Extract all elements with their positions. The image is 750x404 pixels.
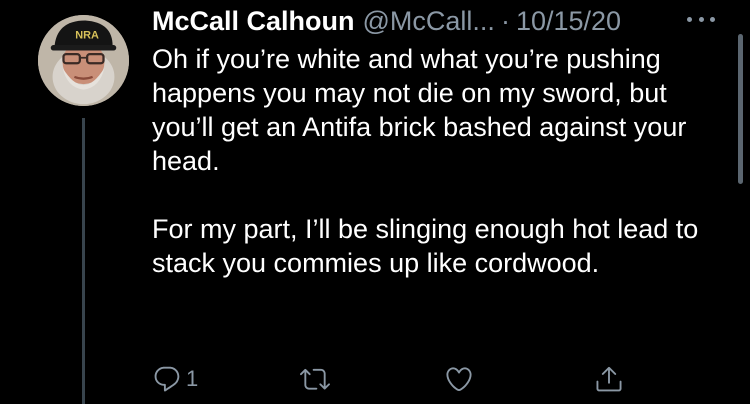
tweet-paragraph: Oh if you’re white and what you’re pushi… (152, 44, 687, 176)
author-name[interactable]: McCall Calhoun (152, 4, 355, 38)
tweet-header: McCall Calhoun @McCall... · 10/15/20 (152, 4, 621, 38)
like-button[interactable] (444, 362, 474, 396)
tweet-paragraph: For my part, I’ll be slinging enough hot… (152, 214, 699, 278)
avatar-cap-text: NRA (75, 30, 99, 42)
reply-count: 1 (186, 366, 199, 391)
share-button[interactable] (594, 362, 624, 396)
tweet-body: Oh if you’re white and what you’re pushi… (152, 42, 722, 280)
tweet-date[interactable]: 10/15/20 (516, 4, 621, 38)
more-dot (687, 16, 692, 22)
share-icon (596, 366, 622, 392)
tweet-actions: 1 (152, 362, 642, 396)
separator-dot: · (500, 6, 510, 36)
retweet-button[interactable] (300, 362, 330, 396)
more-dot (710, 16, 715, 22)
retweet-icon (300, 368, 330, 390)
more-horizontal-icon[interactable] (687, 12, 715, 26)
reply-button[interactable]: 1 (152, 362, 198, 396)
avatar-image: NRA (38, 15, 129, 106)
scrollbar[interactable] (738, 34, 743, 184)
heart-icon (446, 367, 472, 392)
author-handle[interactable]: @McCall... (363, 4, 495, 38)
thread-line (82, 118, 85, 404)
more-dot (698, 16, 704, 22)
avatar[interactable]: NRA (38, 15, 129, 106)
reply-icon (154, 366, 180, 392)
